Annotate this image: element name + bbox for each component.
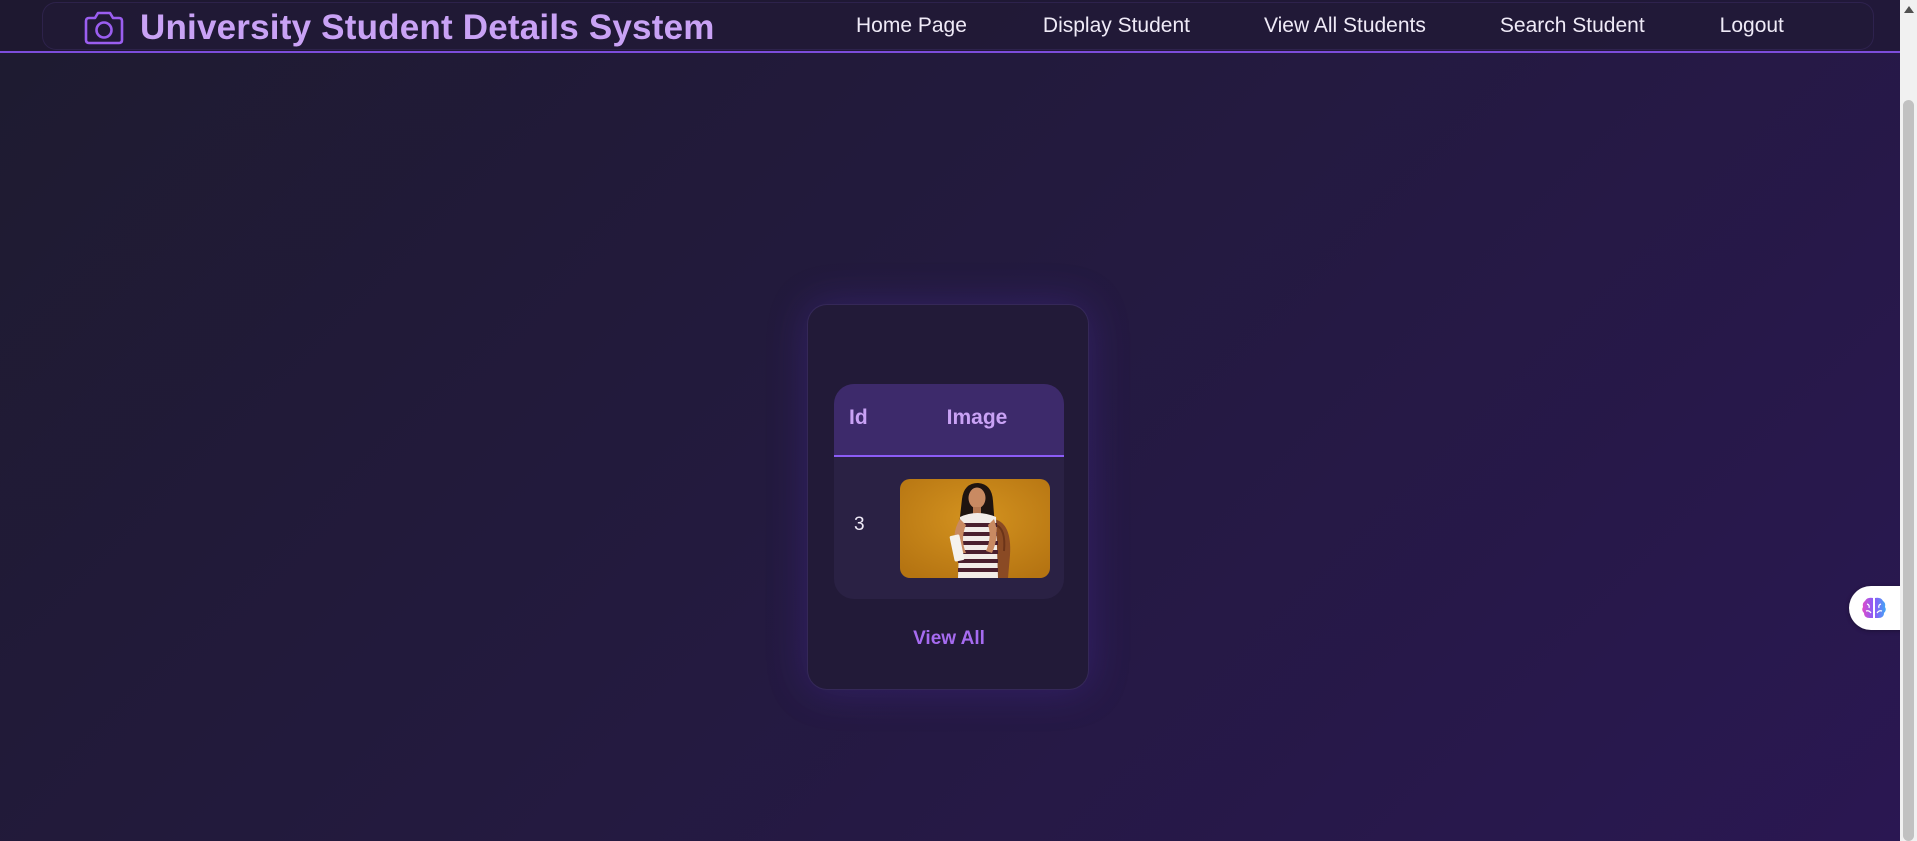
navbar: University Student Details System Home P… [0,0,1900,53]
column-header-image: Image [946,406,1008,429]
nav-display-student[interactable]: Display Student [1043,14,1190,38]
table-header: Id Image [834,384,1064,457]
student-table: Id Image 3 [834,384,1064,599]
assistant-widget[interactable] [1849,586,1903,630]
camera-icon [84,11,124,45]
page-scrollbar[interactable] [1900,0,1917,841]
brand[interactable]: University Student Details System [82,8,715,48]
scrollbar-thumb[interactable] [1903,100,1914,841]
nav-logout[interactable]: Logout [1720,14,1784,38]
brain-icon [1862,597,1886,618]
scroll-up-arrow-icon[interactable] [1904,6,1914,13]
student-id-cell: 3 [854,514,865,535]
app-title: University Student Details System [140,8,715,47]
nav-search-student[interactable]: Search Student [1500,14,1645,38]
view-all-link[interactable]: View All [808,628,1090,650]
nav-view-all-students[interactable]: View All Students [1264,14,1426,38]
student-photo [900,479,1050,578]
nav-home-page[interactable]: Home Page [856,14,967,38]
student-card: Id Image 3 View All [807,304,1089,690]
nav-links: Home Page Display Student View All Stude… [856,14,1784,38]
